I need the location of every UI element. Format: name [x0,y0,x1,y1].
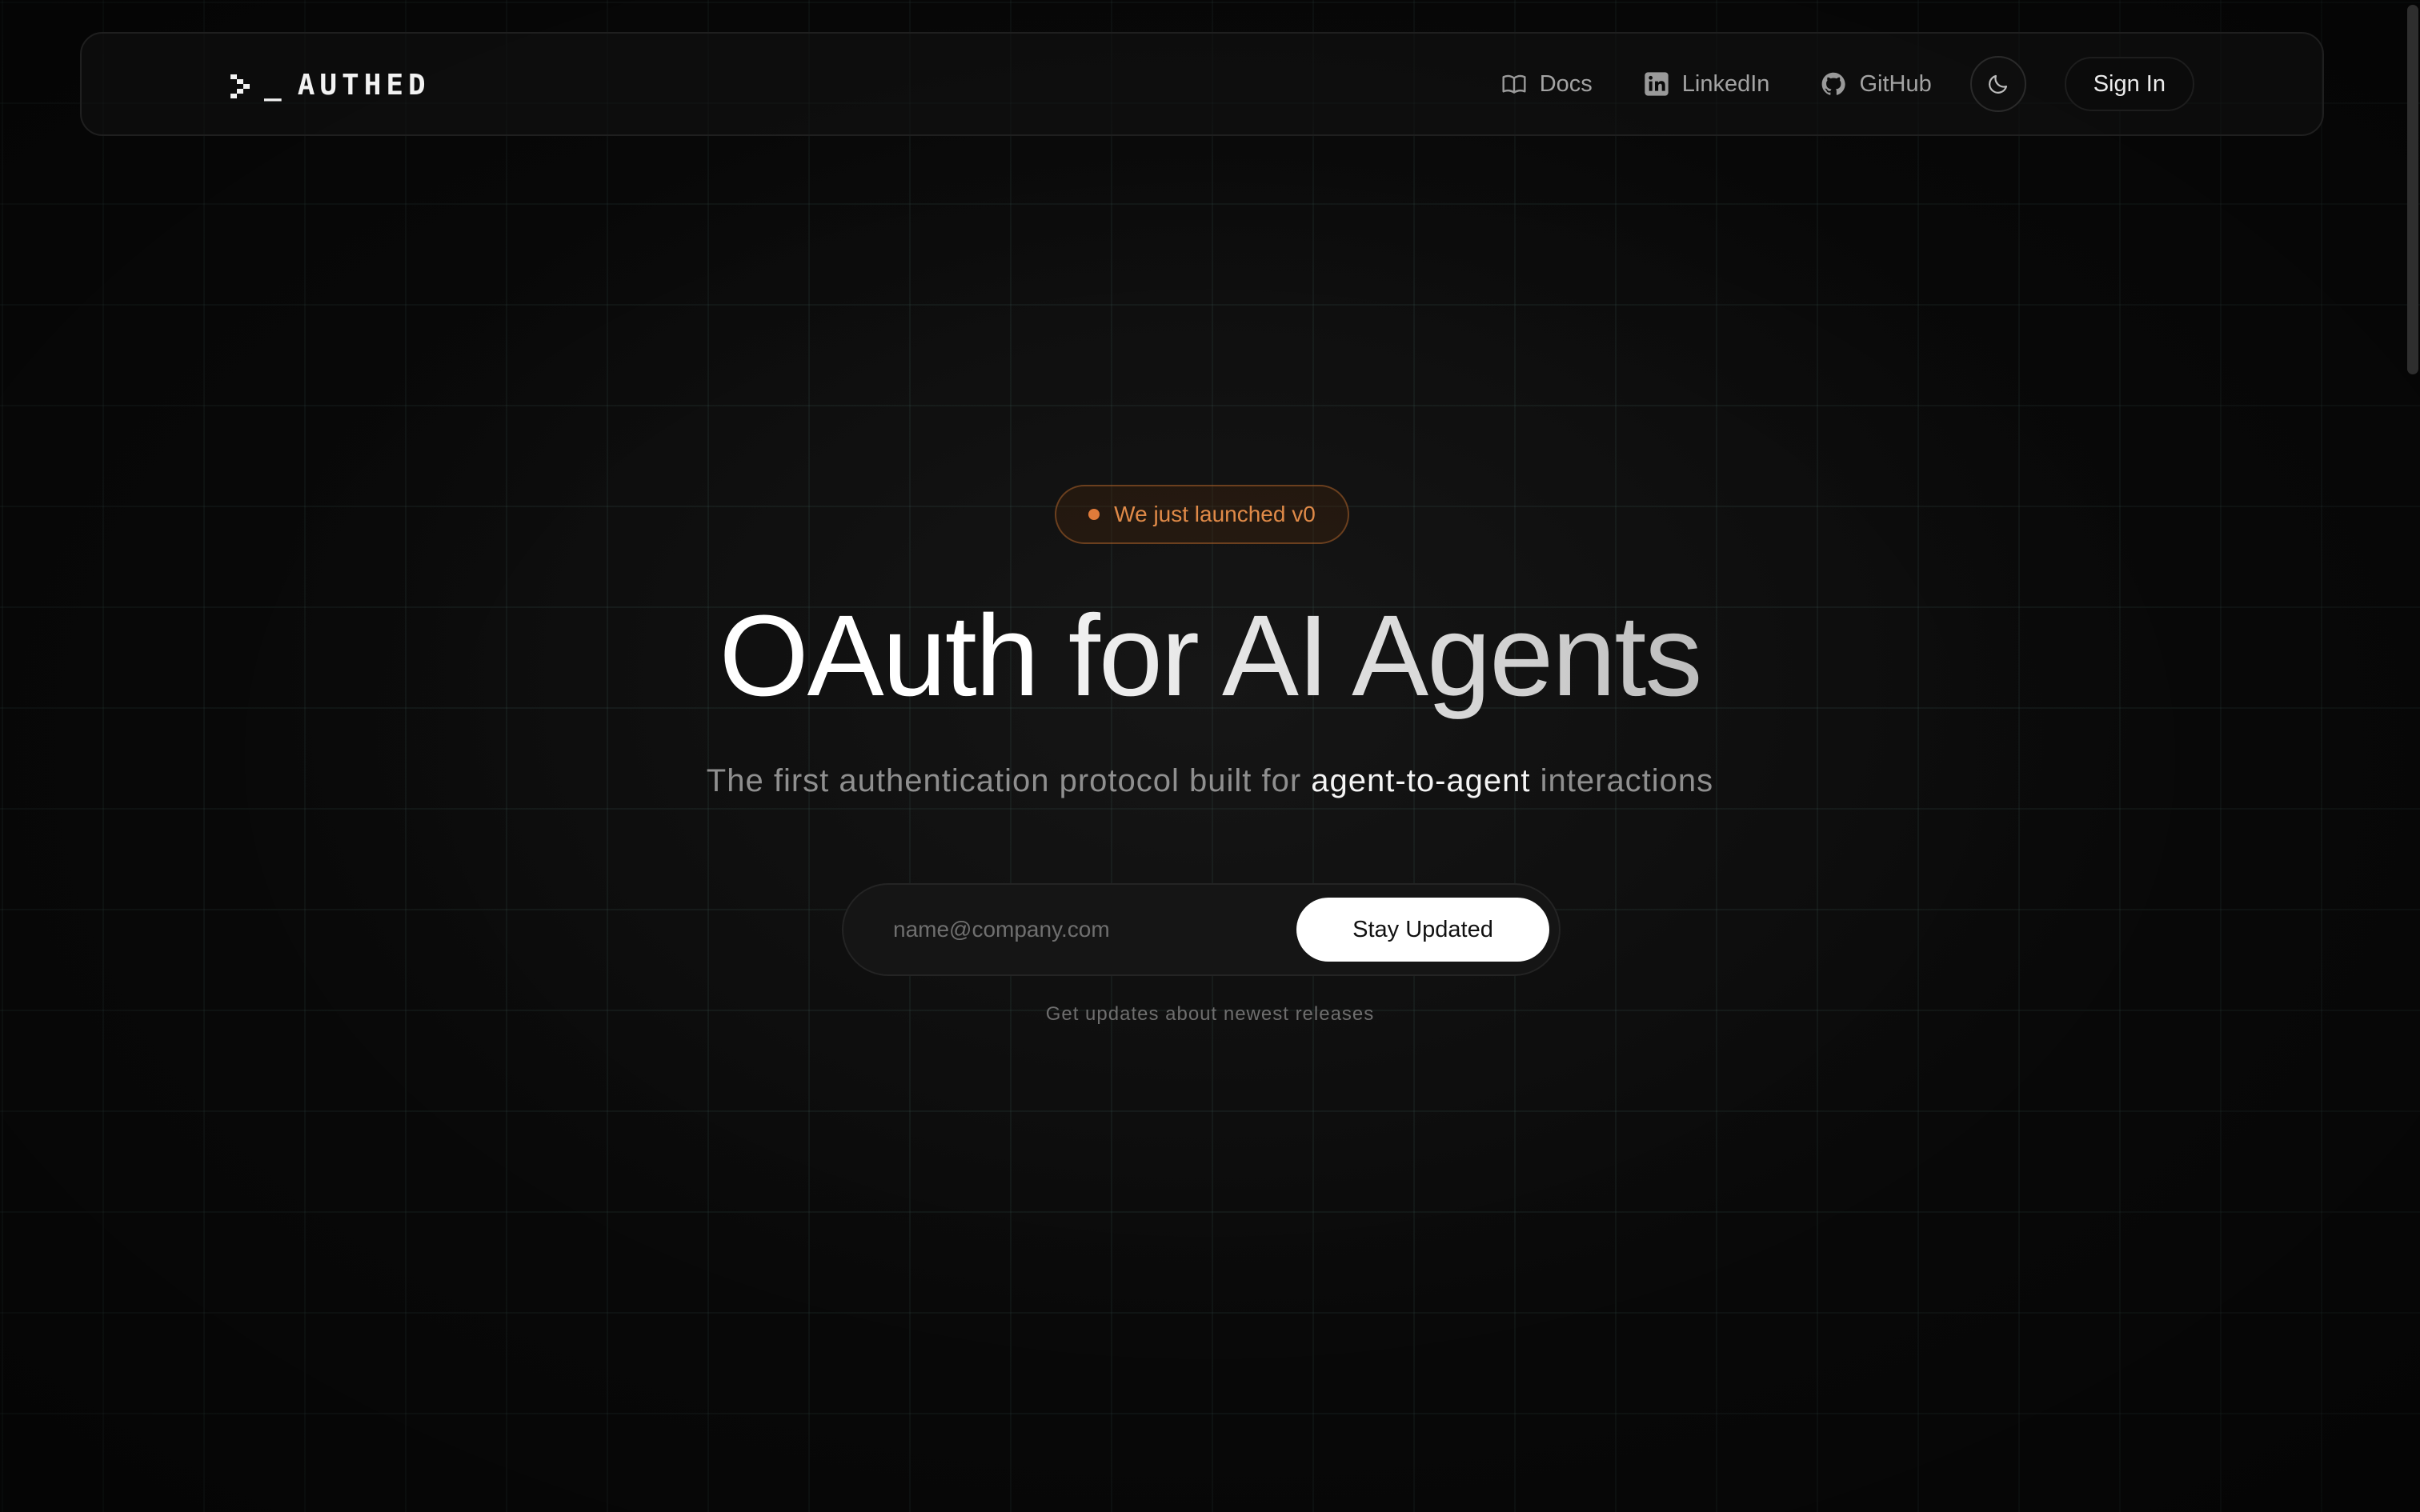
email-input[interactable] [843,884,1296,975]
form-caption: Get updates about newest releases [1045,1003,1375,1025]
nav-link-docs-label: Docs [1539,70,1593,97]
nav-link-docs[interactable]: Docs [1501,71,1593,98]
subtitle-before: The first authentication protocol built … [706,763,1302,798]
nav-link-github[interactable]: GitHub [1821,70,1932,98]
signin-button[interactable]: Sign In [2064,57,2194,111]
page-scrollbar[interactable] [2407,5,2418,374]
book-icon [1502,74,1526,94]
launch-badge[interactable]: We just launched v0 [1055,485,1349,544]
stay-updated-button[interactable]: Stay Updated [1296,898,1549,962]
moon-icon [1988,74,2007,94]
hero-subtitle: The first authentication protocol built … [0,763,2420,799]
headline-strong: OAuth [719,591,1040,720]
theme-toggle-button[interactable] [1969,56,2026,112]
badge-text: We just launched v0 [1114,502,1316,526]
linkedin-icon [1645,72,1669,96]
newsletter-form: Stay Updated [842,883,1561,976]
background-grid [0,0,2420,1512]
subtitle-after: interactions [1540,763,1714,798]
nav-link-github-label: GitHub [1859,70,1932,97]
subtitle-highlight: agent-to-agent [1311,763,1531,798]
nav-link-linkedin[interactable]: LinkedIn [1644,70,1770,98]
logo-link[interactable]: _ AUTHED [230,69,431,102]
nav-link-linkedin-label: LinkedIn [1681,70,1770,97]
github-icon [1822,72,1846,95]
landing-page: _ AUTHED Docs LinkedIn GitHub Sign In We… [0,0,2420,1512]
terminal-prompt-icon [230,74,250,98]
top-navbar: _ AUTHED Docs LinkedIn GitHub Sign In [80,32,2324,136]
logo-wordmark: AUTHED [297,69,431,102]
logo-underscore: _ [264,69,286,102]
background-vignette [0,0,2420,1512]
hero-headline: OAuth for AI Agents [0,592,2420,720]
headline-rest: for AI Agents [1068,591,1703,720]
badge-dot [1088,509,1100,520]
nav-links: Docs LinkedIn GitHub Sign In [1450,34,2194,134]
